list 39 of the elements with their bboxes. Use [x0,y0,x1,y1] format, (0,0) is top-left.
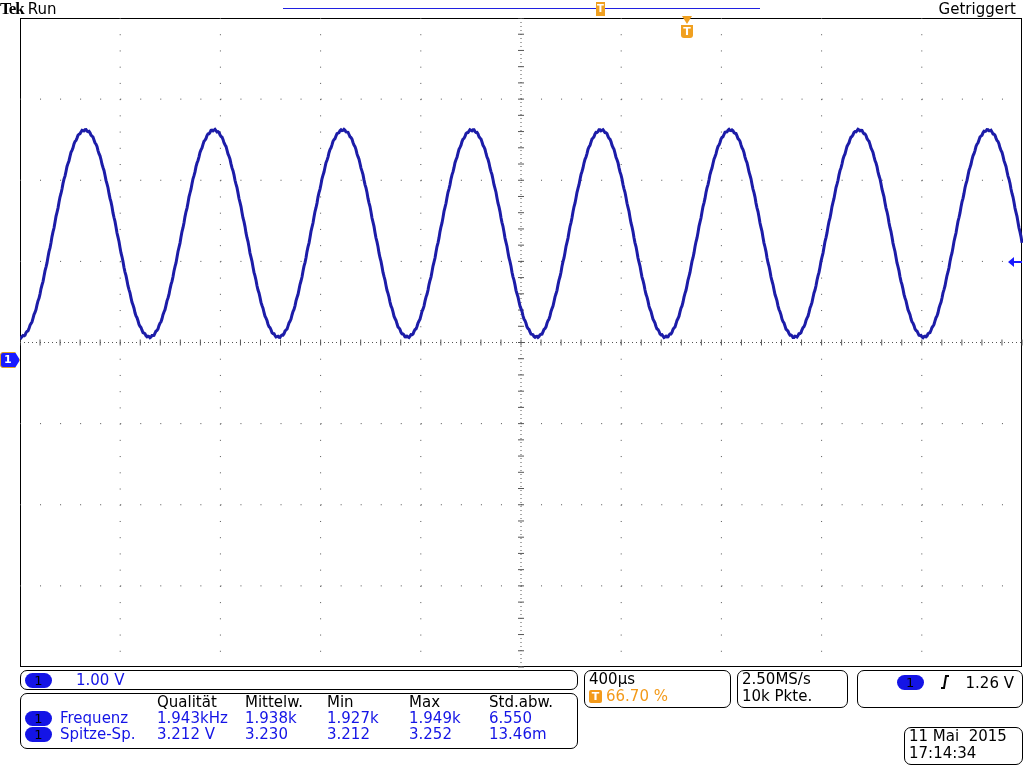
table-cell-text: 6.550 [489,710,533,726]
column-header: Min [327,694,355,710]
time: 17:14:34 [909,745,977,762]
measurement-name: Spitze-Sp. [60,726,136,742]
channel-badge: 1 [25,672,52,688]
table-cell-text: 1.938k [245,710,298,726]
channel-ground-marker: 1 [0,352,20,368]
trigger-status: Getriggert [938,0,1017,18]
rising-edge-icon [939,675,950,689]
trigger-level: 1.26 V [965,675,1014,692]
table-cell-text: 1.949k [409,710,462,726]
table-cell-text: 3.230 [245,726,289,742]
column-header: Qualität [157,694,218,710]
trigger-badge: T [589,690,602,703]
triangle-icon [682,16,692,24]
channel-badge: 1 [25,710,52,726]
column-header: Max [409,694,441,710]
table-cell-text: 13.46m [489,726,548,742]
trigger-point-marker: T [681,25,693,38]
sample-rate: 2.50MS/s [742,671,811,688]
trigger-level-icon [1008,257,1022,267]
brand-logo: Tek [0,0,24,18]
trigger-position-marker: T [596,2,605,16]
measurement-name: Frequenz [60,710,129,726]
trigger-position: 66.70 % [606,688,668,705]
column-header: Mittelw. [245,694,304,710]
channel-badge: 1 [25,726,52,742]
record-length: 10k Pkte. [742,688,813,705]
acquisition-state: Run [27,0,57,18]
channel-badge: 1 [896,675,924,690]
timebase-scale: 400µs [589,671,635,688]
date: 11 Mai 2015 [909,728,1007,745]
channel-scale: 1.00 V [76,669,125,691]
table-cell-text: 1.943kHz [157,710,229,726]
table-cell-text: 3.252 [409,726,453,742]
table-cell-text: 1.927k [327,710,380,726]
table-cell-text: 3.212 [327,726,371,742]
table-cell-text: 3.212 V [157,726,216,742]
column-header: Std.abw. [489,694,555,710]
